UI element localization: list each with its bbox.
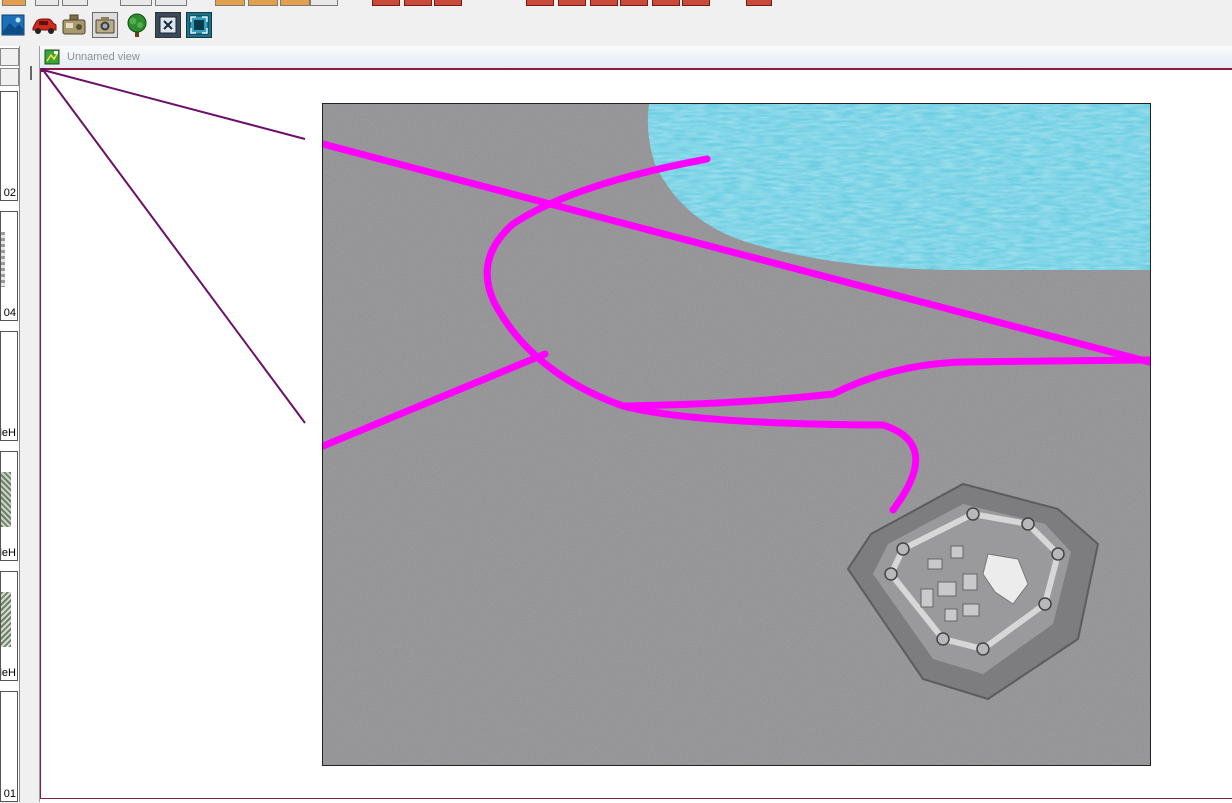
terrain-map[interactable]: [322, 103, 1151, 766]
camera-origin-marker: [41, 68, 45, 72]
frustum-line-top: [42, 69, 306, 140]
frustum-line-bottom: [42, 69, 306, 424]
